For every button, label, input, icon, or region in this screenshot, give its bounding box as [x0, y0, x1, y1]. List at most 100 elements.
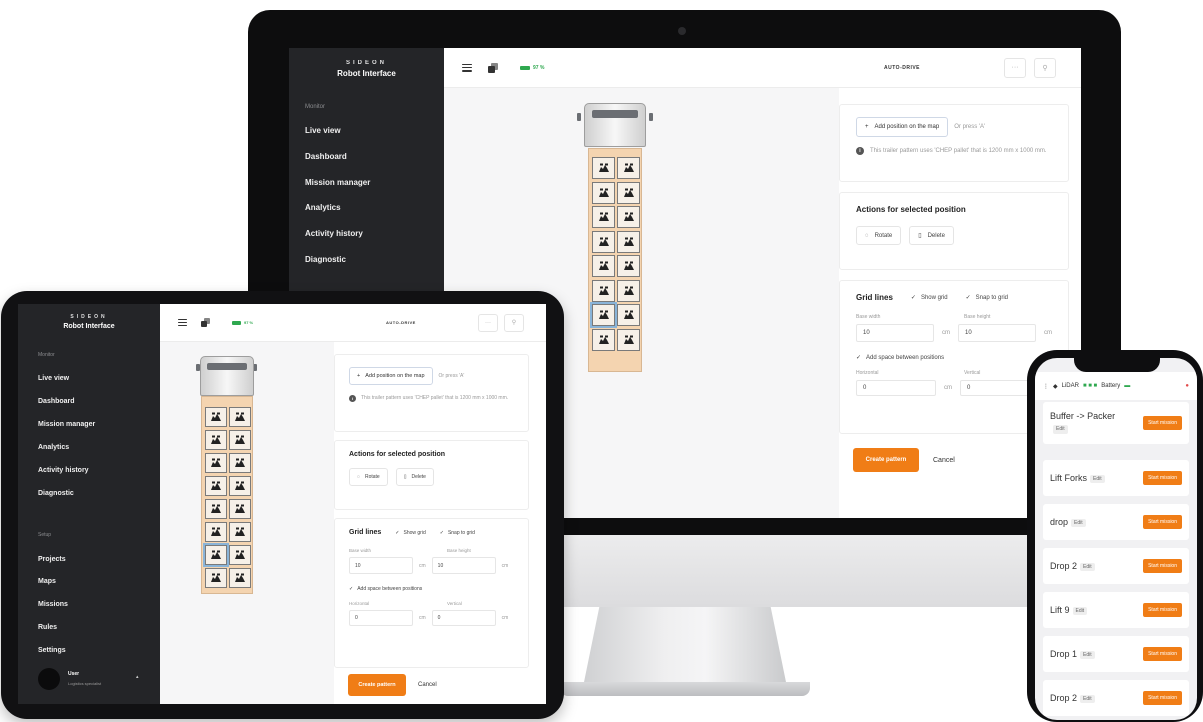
pallet-position[interactable] [592, 328, 615, 351]
pallet-position[interactable] [205, 499, 227, 519]
pallet-position[interactable] [592, 181, 615, 204]
edit-badge[interactable]: Edit [1090, 474, 1105, 483]
edit-badge[interactable]: Edit [1080, 694, 1095, 703]
snap-grid-checkbox[interactable]: ✓ Snap to grid [440, 530, 475, 536]
list-item[interactable]: Lift 9 Edit Start mission [1043, 592, 1189, 628]
sidebar-item-dashboard[interactable]: Dashboard [305, 152, 347, 161]
show-grid-checkbox[interactable]: ✓ Show grid [911, 294, 948, 302]
sidebar-item-missions[interactable]: Missions [38, 601, 68, 608]
edit-badge[interactable]: Edit [1080, 650, 1095, 659]
rotate-button[interactable]: ◌ Rotate [349, 468, 388, 486]
base-height-input[interactable]: 10 [431, 557, 496, 574]
user-icon[interactable]: ⚲ [504, 313, 524, 332]
list-item[interactable]: Lift Forks Edit Start mission [1043, 460, 1189, 496]
rotate-button[interactable]: ◌ Rotate [856, 226, 902, 245]
edit-badge[interactable]: Edit [1071, 518, 1086, 527]
pallet-position[interactable] [229, 568, 251, 588]
show-grid-checkbox[interactable]: ✓ Show grid [395, 530, 425, 536]
pallet-position[interactable] [205, 476, 227, 496]
pallet-position[interactable] [617, 304, 640, 326]
sidebar-item-analytics[interactable]: Analytics [305, 203, 341, 212]
sidebar-item-settings[interactable]: Settings [38, 647, 66, 654]
chevron-up-icon[interactable]: ▴ [136, 674, 139, 680]
more-button[interactable]: ··· [478, 313, 498, 332]
list-item[interactable]: drop Edit Start mission [1043, 504, 1189, 540]
pallet-position[interactable] [617, 255, 640, 277]
base-width-input[interactable]: 10 [349, 557, 413, 574]
sidebar-item-diagnostic[interactable]: Diagnostic [305, 255, 346, 264]
sidebar-item-diagnostic[interactable]: Diagnostic [38, 490, 74, 497]
pallet-position[interactable] [203, 543, 229, 567]
list-item[interactable]: Buffer -> Packer Edit Start mission [1043, 402, 1189, 444]
pallet-position[interactable] [229, 430, 251, 450]
pallet-position[interactable] [205, 522, 227, 542]
sidebar-item-mission-manager[interactable]: Mission manager [305, 178, 370, 187]
pallet-position[interactable] [617, 328, 640, 351]
more-button[interactable]: ··· [1004, 57, 1026, 78]
edit-badge[interactable]: Edit [1053, 425, 1068, 435]
snap-grid-checkbox[interactable]: ✓ Snap to grid [966, 294, 1008, 302]
delete-button[interactable]: ▯ Delete [909, 226, 954, 245]
pallet-position[interactable] [617, 181, 640, 204]
pallet-position[interactable] [205, 430, 227, 450]
start-mission-button[interactable]: Start mission [1143, 559, 1182, 573]
pallet-position[interactable] [229, 545, 251, 565]
pallet-position[interactable] [229, 522, 251, 542]
cancel-button[interactable]: Cancel [418, 682, 437, 688]
add-position-button[interactable]: + Add position on the map [856, 117, 949, 137]
start-mission-button[interactable]: Start mission [1143, 603, 1182, 617]
user-icon[interactable]: ⚲ [1034, 57, 1056, 78]
pallet-position[interactable] [592, 230, 615, 253]
start-mission-button[interactable]: Start mission [1143, 471, 1182, 485]
pallet-position[interactable] [229, 476, 251, 496]
space-between-checkbox[interactable]: ✓ Add space between positions [856, 354, 944, 362]
start-mission-button[interactable]: Start mission [1143, 691, 1182, 705]
list-item[interactable]: Drop 2 Edit Start mission [1043, 680, 1189, 716]
sidebar-item-dashboard[interactable]: Dashboard [38, 398, 75, 405]
add-position-button[interactable]: + Add position on the map [349, 367, 433, 385]
pallet-position[interactable] [205, 453, 227, 473]
list-item[interactable]: Drop 2 Edit Start mission [1043, 548, 1189, 584]
edit-badge[interactable]: Edit [1080, 562, 1095, 571]
vertical-input[interactable]: 0 [431, 610, 496, 626]
sidebar-item-rules[interactable]: Rules [38, 624, 57, 631]
pallet-position[interactable] [229, 499, 251, 519]
pallet-position[interactable] [617, 206, 640, 228]
create-pattern-button[interactable]: Create pattern [853, 448, 919, 472]
delete-button[interactable]: ▯ Delete [395, 468, 434, 486]
sidebar-item-activity-history[interactable]: Activity history [38, 467, 89, 474]
pallet-position[interactable] [229, 407, 251, 427]
horizontal-input[interactable]: 0 [349, 610, 413, 626]
alert-icon[interactable]: ● [1185, 383, 1189, 389]
list-item[interactable]: Drop 1 Edit Start mission [1043, 636, 1189, 672]
menu-dots-icon[interactable]: ⋮ [1043, 383, 1049, 390]
menu-icon[interactable] [462, 63, 472, 72]
pallet-position[interactable] [205, 568, 227, 588]
pallet-position[interactable] [617, 157, 640, 179]
sidebar-item-activity-history[interactable]: Activity history [305, 229, 363, 238]
sidebar-item-live-view[interactable]: Live view [38, 375, 69, 382]
layers-icon[interactable]: ◆ [1053, 383, 1058, 390]
horizontal-input[interactable]: 0 [856, 380, 936, 396]
start-mission-button[interactable]: Start mission [1143, 416, 1182, 430]
edit-badge[interactable]: Edit [1072, 606, 1088, 615]
pallet-position[interactable] [592, 157, 615, 179]
sidebar-item-maps[interactable]: Maps [38, 578, 56, 585]
sidebar-item-projects[interactable]: Projects [38, 556, 66, 563]
pallet-position[interactable] [590, 302, 617, 328]
pallet-position[interactable] [617, 230, 640, 253]
cancel-button[interactable]: Cancel [933, 457, 955, 464]
layers-icon[interactable] [201, 318, 210, 327]
pallet-position[interactable] [229, 453, 251, 473]
pallet-position[interactable] [592, 279, 615, 302]
pallet-position[interactable] [205, 407, 227, 427]
create-pattern-button[interactable]: Create pattern [348, 674, 406, 696]
pallet-position[interactable] [592, 206, 615, 228]
pallet-position[interactable] [617, 279, 640, 302]
layers-icon[interactable] [488, 62, 498, 73]
space-between-checkbox[interactable]: ✓ Add space between positions [349, 586, 422, 592]
menu-icon[interactable] [178, 319, 187, 326]
base-height-input[interactable]: 10 [958, 324, 1036, 342]
map-canvas[interactable] [160, 342, 334, 704]
sidebar-item-mission-manager[interactable]: Mission manager [38, 421, 95, 428]
